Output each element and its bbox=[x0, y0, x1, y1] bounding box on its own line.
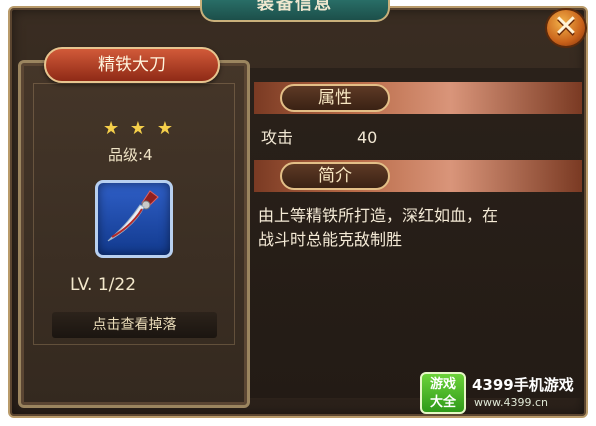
star-icon: ★ bbox=[103, 118, 120, 139]
star-icon: ★ bbox=[129, 118, 147, 139]
view-drops-button[interactable]: 点击查看掉落 bbox=[52, 312, 217, 338]
watermark-url: www.4399.cn bbox=[474, 396, 548, 409]
intro-section-bar: 简介 bbox=[254, 160, 582, 192]
attributes-section-bar: 属性 bbox=[254, 82, 582, 114]
close-icon: ✕ bbox=[553, 9, 579, 44]
item-icon-slot[interactable] bbox=[95, 180, 173, 258]
watermark-logo-line: 大全 bbox=[429, 395, 456, 410]
blade-icon bbox=[107, 190, 159, 242]
star-icon: ★ bbox=[156, 118, 173, 139]
item-level: LV. 1/22 bbox=[70, 275, 137, 295]
intro-header: 简介 bbox=[280, 162, 390, 190]
attack-value: 40 bbox=[357, 128, 378, 147]
item-description: 由上等精铁所打造，深红如血，在 战斗时总能克敌制胜 bbox=[258, 204, 568, 252]
attack-label: 攻击 bbox=[261, 128, 294, 147]
attributes-header: 属性 bbox=[280, 84, 390, 112]
close-button[interactable]: ✕ bbox=[545, 8, 587, 48]
watermark-logo: 游戏 大全 bbox=[420, 372, 466, 414]
item-quality: 品级:4 bbox=[108, 146, 153, 164]
description-line: 由上等精铁所打造，深红如血，在 bbox=[258, 206, 499, 225]
item-name: 精铁大刀 bbox=[44, 47, 220, 83]
description-line: 战斗时总能克敌制胜 bbox=[258, 230, 403, 249]
star-rating: ★ ★ ★ bbox=[103, 120, 173, 138]
watermark-name: 4399手机游戏 bbox=[472, 376, 574, 394]
watermark-logo-line: 游戏 bbox=[429, 377, 456, 392]
window-title: 装备信息 bbox=[200, 0, 390, 22]
